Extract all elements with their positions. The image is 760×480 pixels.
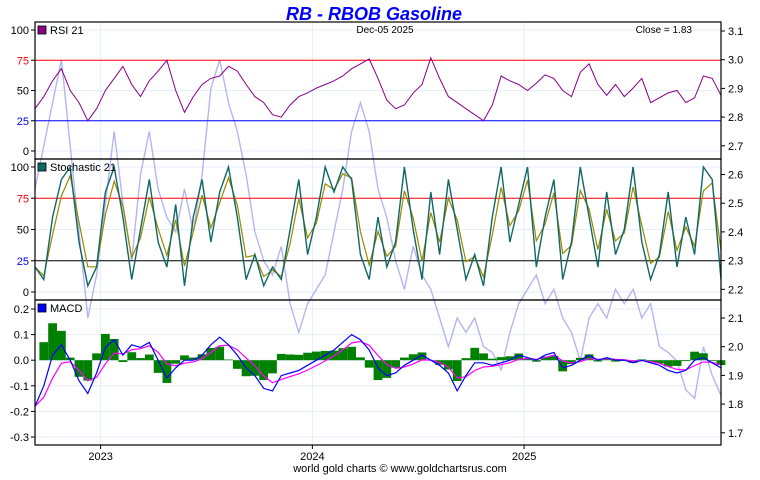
histogram-bar [470, 348, 479, 360]
price-tick-label: 1.9 [728, 370, 743, 382]
close-label: Close = 1.83 [636, 25, 693, 36]
y-tick-label: -0.3 [10, 432, 29, 444]
price-tick-label: 2.0 [728, 342, 743, 354]
price-tick-label: 2.7 [728, 141, 743, 153]
histogram-bar [400, 358, 409, 361]
histogram-bar [294, 355, 303, 360]
histogram-bar [681, 360, 690, 361]
histogram-bar [268, 360, 277, 373]
legend-label: MACD [50, 303, 82, 315]
price-tick-label: 1.7 [728, 428, 743, 440]
legend-label: Stochastic 21 [50, 162, 116, 174]
histogram-bar [479, 353, 488, 360]
price-tick-label: 2.9 [728, 83, 743, 95]
histogram-bar [119, 360, 128, 362]
footer-credit: world gold charts © www.goldchartsrus.co… [292, 463, 507, 475]
price-tick-label: 2.8 [728, 112, 743, 124]
y-tick-label: 50 [17, 86, 29, 98]
histogram-bar [171, 360, 180, 363]
y-tick-label: 0 [23, 146, 29, 158]
date-label: Dec-05 2025 [356, 25, 414, 36]
y-tick-label: 100 [11, 162, 29, 174]
histogram-bar [233, 360, 242, 369]
legend-label: RSI 21 [50, 25, 84, 37]
y-tick-label: 0.2 [14, 304, 29, 316]
y-tick-label: 50 [17, 225, 29, 237]
y-tick-label: -0.1 [10, 381, 29, 393]
rsi-line [35, 58, 721, 121]
y-tick-label: 25 [17, 256, 29, 268]
y-tick-label: 0 [23, 287, 29, 299]
x-tick-label: 2025 [512, 451, 536, 463]
price-tick-label: 2.2 [728, 284, 743, 296]
histogram-bar [303, 353, 312, 360]
x-tick-label: 2023 [88, 451, 112, 463]
histogram-bar [39, 342, 48, 360]
histogram-bar [145, 355, 154, 361]
histogram-bar [127, 352, 136, 360]
y-tick-label: 75 [17, 55, 29, 67]
histogram-bar [224, 360, 233, 361]
panel-rsi-21 [35, 58, 721, 121]
y-tick-label: 25 [17, 116, 29, 128]
price-tick-label: 1.8 [728, 399, 743, 411]
histogram-bar [136, 358, 145, 360]
histogram-bar [356, 357, 365, 360]
panels [35, 58, 725, 407]
legend-swatch [38, 26, 46, 34]
histogram-bar [488, 359, 497, 360]
price-tick-label: 2.1 [728, 313, 743, 325]
histogram-bar [497, 357, 506, 360]
chart-title: RB - RBOB Gasoline [286, 4, 462, 24]
price-tick-label: 2.4 [728, 227, 743, 239]
y-tick-label: 100 [11, 25, 29, 37]
histogram-bar [259, 360, 268, 380]
y-tick-label: 75 [17, 193, 29, 205]
histogram-bar [347, 347, 356, 360]
price-tick-label: 3.0 [728, 55, 743, 67]
panel-macd [35, 323, 725, 406]
y-tick-label: 0.0 [14, 355, 29, 367]
legend-swatch [38, 304, 46, 312]
histogram-bar [462, 358, 471, 360]
histogram-bar [673, 360, 682, 366]
legend-swatch [38, 163, 46, 171]
chart: RB - RBOB Gasoline Dec-05 2025 Close = 1… [0, 0, 760, 475]
y-tick-label: -0.2 [10, 406, 29, 418]
histogram-bar [286, 354, 295, 360]
price-tick-label: 2.3 [728, 256, 743, 268]
price-tick-label: 2.6 [728, 170, 743, 182]
histogram-bar [277, 354, 286, 360]
histogram-bar [365, 360, 374, 367]
histogram-bar [409, 354, 418, 360]
y-tick-label: 0.1 [14, 330, 29, 342]
x-tick-label: 2024 [300, 451, 324, 463]
price-tick-label: 3.1 [728, 26, 743, 38]
price-tick-label: 2.5 [728, 198, 743, 210]
histogram-bar [180, 355, 189, 360]
histogram-bar [92, 353, 101, 360]
